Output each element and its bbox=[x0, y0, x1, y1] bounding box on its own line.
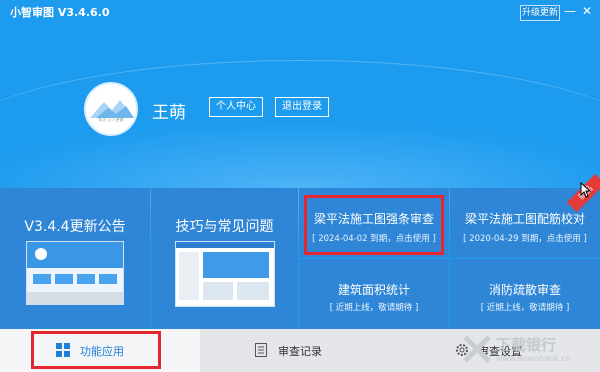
tile-fire-review-subtitle: [ 近期上线，敬请期待 ] bbox=[480, 303, 570, 313]
tile-fire-review-title: 消防疏散审查 bbox=[488, 283, 561, 297]
tile-rebar-check-title: 梁平法施工图配筋校对 bbox=[464, 212, 585, 226]
profile-button[interactable]: 个人中心 bbox=[209, 97, 263, 117]
tab-records-label: 审查记录 bbox=[278, 345, 322, 358]
tile-tips-title: 技巧与常见问题 bbox=[175, 219, 274, 235]
tile-area-stats-subtitle: [ 近期上线，敬请期待 ] bbox=[329, 303, 419, 313]
upgrade-button[interactable]: 升级更新 bbox=[520, 5, 560, 21]
app-title: 小智审图 V3.4.6.0 bbox=[10, 6, 110, 19]
watermark-url: www.downbank.cn bbox=[496, 354, 571, 363]
tile-update-notice[interactable]: V3.4.4更新公告 bbox=[0, 188, 150, 329]
tile-tips[interactable]: 技巧与常见问题 bbox=[151, 188, 298, 329]
highlight-rebar-review bbox=[304, 195, 444, 255]
update-preview-image bbox=[26, 241, 124, 305]
tile-rebar-check-subtitle: [ 2020-04-29 到期，点击使用 ] bbox=[463, 234, 587, 244]
logout-button[interactable]: 退出登录 bbox=[275, 97, 329, 117]
minimize-button[interactable]: — bbox=[563, 3, 577, 19]
avatar-caption: 知识 让人更美 bbox=[98, 117, 124, 122]
tab-records[interactable]: 审查记录 bbox=[200, 329, 400, 372]
tile-fire-review[interactable]: 消防疏散审查 [ 近期上线，敬请期待 ] bbox=[450, 259, 600, 329]
cursor-icon bbox=[580, 182, 592, 198]
username: 王萌 bbox=[152, 103, 186, 123]
watermark-logo-icon bbox=[463, 335, 491, 363]
watermark: 下载银行 www.downbank.cn bbox=[462, 330, 600, 370]
title-bar: 小智审图 V3.4.6.0 升级更新 — ✕ bbox=[0, 0, 600, 24]
close-button[interactable]: ✕ bbox=[580, 3, 594, 19]
watermark-text: 下载银行 bbox=[496, 336, 557, 354]
tile-update-notice-title: V3.4.4更新公告 bbox=[24, 219, 126, 235]
tile-area-stats-title: 建筑面积统计 bbox=[337, 283, 410, 297]
tips-preview-image bbox=[175, 241, 275, 307]
highlight-features-tab bbox=[31, 331, 161, 369]
document-icon bbox=[255, 343, 267, 357]
tile-area-stats[interactable]: 建筑面积统计 [ 近期上线，敬请期待 ] bbox=[299, 259, 449, 329]
avatar[interactable]: 知识 让人更美 bbox=[84, 82, 138, 136]
avatar-mountain-icon bbox=[90, 100, 134, 118]
main-window: 小智审图 V3.4.6.0 升级更新 — ✕ 知识 让人更美 王萌 个人中心 退… bbox=[0, 0, 600, 372]
